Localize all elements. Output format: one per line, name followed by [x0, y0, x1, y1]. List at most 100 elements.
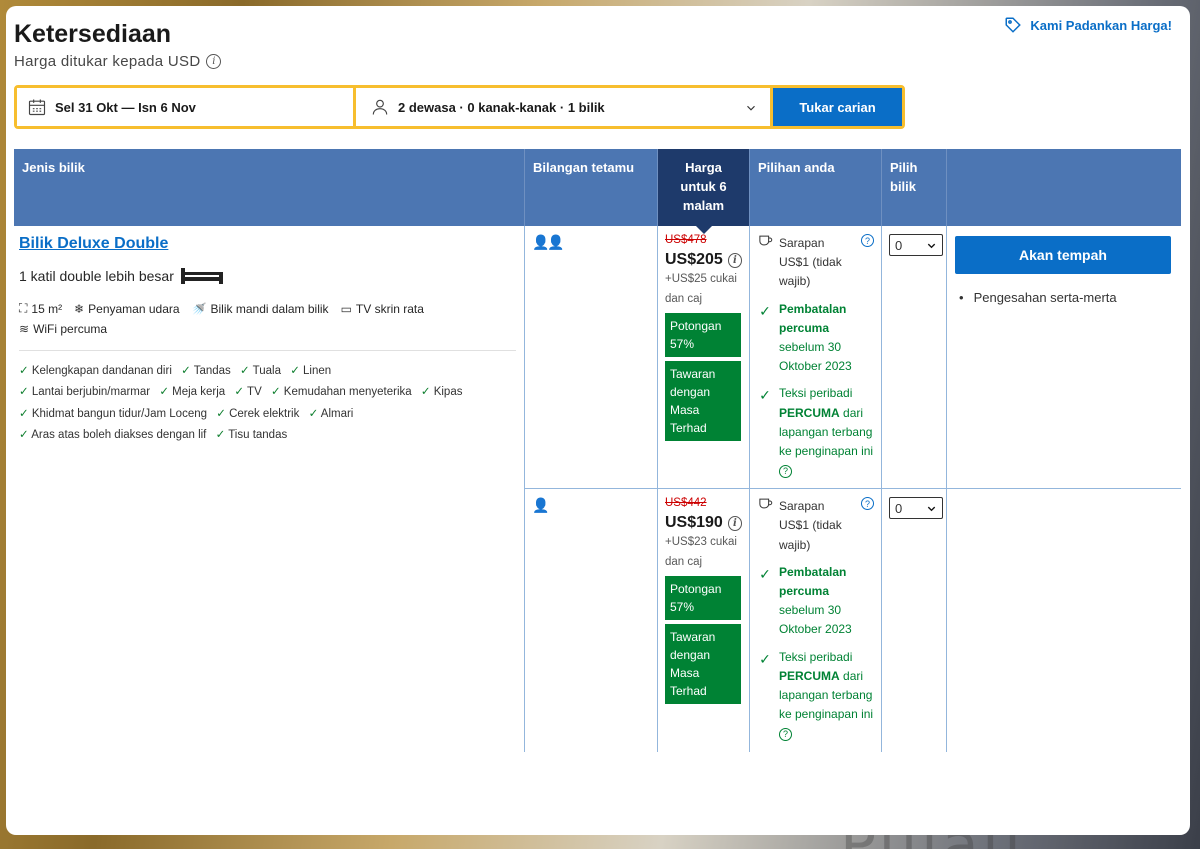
discount-badge: Potongan 57%	[665, 576, 741, 621]
snowflake-icon: ❄	[74, 301, 85, 316]
amenity-item: Tandas	[181, 361, 231, 382]
wifi-icon: ≋	[19, 322, 30, 336]
free-cancellation: ✓ Pembatalan percuma sebelum 30 Oktober 2…	[757, 300, 874, 377]
guest-count: 👤👤	[525, 226, 658, 489]
currency-note: Harga ditukar kepada USD i	[14, 53, 222, 70]
room-info: Bilik Deluxe Double 1 katil double lebih…	[14, 226, 525, 752]
coffee-cup-icon	[757, 234, 773, 292]
deal-badge: Tawaran dengan Masa Terhad	[665, 361, 741, 442]
one-person-icon: 👤	[532, 497, 549, 514]
choices-cell: ? Sarapan US$1 (tidak wajib) ✓ Pembatala…	[750, 489, 882, 752]
facility-item: ❄ Penyaman udara	[74, 301, 180, 316]
check-icon: ✓	[759, 565, 771, 582]
amenity-item: Tisu tandas	[216, 425, 287, 446]
amenity-item: TV	[234, 382, 262, 403]
double-bed-icon	[180, 268, 223, 284]
search-bar: Sel 31 Okt — Isn 6 Nov 2 dewasa · 0 kana…	[14, 85, 905, 129]
room-quantity-select[interactable]: 0	[889, 234, 943, 256]
help-icon[interactable]: ?	[779, 464, 792, 478]
amenity-item: Kelengkapan dandanan diri	[19, 361, 172, 382]
tag-icon	[1005, 17, 1022, 33]
choices-cell: ? Sarapan US$1 (tidak wajib) ✓ Pembatala…	[750, 226, 882, 489]
calendar-icon	[28, 99, 46, 116]
current-price: US$190 i	[665, 514, 742, 532]
header-select-room: Pilih bilik	[882, 149, 947, 226]
amenity-item: Kemudahan menyeterika	[271, 382, 412, 403]
divider	[19, 350, 516, 351]
chevron-down-icon	[747, 105, 755, 111]
two-persons-icon: 👤👤	[532, 234, 565, 250]
facility-item: 🚿 Bilik mandi dalam bilik	[191, 301, 329, 316]
amenity-item: Linen	[290, 361, 331, 382]
reserve-button[interactable]: Akan tempah	[955, 236, 1171, 274]
page-title: Ketersediaan	[14, 20, 172, 48]
table-body: Bilik Deluxe Double 1 katil double lebih…	[14, 226, 1181, 752]
guest-count: 👤	[525, 489, 658, 752]
amenity-item: Kipas	[421, 382, 463, 403]
amenity-item: Aras atas boleh diakses dengan lif	[19, 425, 206, 446]
amenity-item: Lantai berjubin/marmar	[19, 382, 150, 403]
facility-list: ⛶ 15 m² ❄ Penyaman udara 🚿 Bilik mandi dala…	[19, 301, 519, 336]
amenity-item: Meja kerja	[159, 382, 225, 403]
select-cell: 0	[882, 489, 947, 752]
price-cell: US$442 US$190 i +US$23 cukai dan caj Poto…	[658, 489, 750, 752]
info-icon[interactable]: i	[206, 54, 222, 69]
room-options: 👤👤 US$478 US$205 i +US$25 cukai dan caj P…	[525, 226, 1181, 752]
coffee-cup-icon	[757, 497, 773, 555]
amenity-item: Almari	[309, 404, 354, 425]
free-cancellation: ✓ Pembatalan percuma sebelum 30 Oktober 2…	[757, 563, 874, 640]
room-size-icon: ⛶	[19, 301, 28, 315]
bed-info: 1 katil double lebih besar	[19, 267, 519, 285]
chevron-down-icon	[927, 243, 936, 248]
original-price: US$442	[665, 497, 707, 510]
check-icon: ✓	[759, 302, 771, 319]
amenity-item: Khidmat bangun tidur/Jam Loceng	[19, 404, 207, 425]
current-price: US$205 i	[665, 251, 742, 269]
price-match-link[interactable]: Kami Padankan Harga!	[1004, 16, 1172, 34]
info-icon[interactable]: i	[727, 515, 742, 531]
free-taxi: ✓ Teksi peribadi PERCUMA dari lapangan t…	[757, 384, 874, 480]
discount-badge: Potongan 57%	[665, 313, 741, 358]
select-cell: 0	[882, 226, 947, 489]
deal-badge: Tawaran dengan Masa Terhad	[665, 624, 741, 705]
breakfast-option: Sarapan US$1 (tidak wajib)	[757, 234, 874, 292]
instant-confirmation: • Pengesahan serta-merta	[959, 290, 1117, 305]
price-cell: US$478 US$205 i +US$25 cukai dan caj Poto…	[658, 226, 750, 489]
change-search-button[interactable]: Tukar carian	[773, 88, 902, 126]
room-name-link[interactable]: Bilik Deluxe Double	[19, 235, 519, 253]
header-room-type: Jenis bilik	[14, 149, 525, 226]
guests-picker[interactable]: 2 dewasa · 0 kanak-kanak · 1 bilik	[356, 88, 770, 126]
tax-note: +US$25 cukai dan caj	[665, 273, 737, 305]
breakfast-option: Sarapan US$1 (tidak wajib)	[757, 497, 874, 555]
date-picker[interactable]: Sel 31 Okt — Isn 6 Nov	[17, 88, 353, 126]
check-icon: ✓	[759, 387, 771, 404]
facility-item: ▭ TV skrin rata	[340, 301, 424, 316]
free-taxi: ✓ Teksi peribadi PERCUMA dari lapangan t…	[757, 648, 874, 744]
help-icon[interactable]: ?	[861, 234, 874, 247]
facility-item: ⛶ 15 m²	[19, 301, 63, 316]
room-quantity-select[interactable]: 0	[889, 497, 943, 520]
reserve-cell: Akan tempah • Pengesahan serta-merta	[947, 226, 1181, 488]
amenity-item: Tuala	[240, 361, 281, 382]
table-header: Jenis bilik Bilangan tetamu Harga untuk …	[14, 149, 1181, 226]
person-icon	[372, 99, 388, 115]
availability-table: Jenis bilik Bilangan tetamu Harga untuk …	[14, 149, 1181, 752]
original-price: US$478	[665, 234, 707, 246]
table-row: 👤👤 US$478 US$205 i +US$25 cukai dan caj P…	[525, 226, 1181, 490]
header-price[interactable]: Harga untuk 6 malam	[658, 149, 750, 226]
header-choices: Pilihan anda	[750, 149, 882, 226]
amenity-list: Kelengkapan dandanan diri Tandas Tuala L…	[19, 361, 519, 446]
help-icon[interactable]: ?	[779, 728, 792, 741]
info-icon[interactable]: i	[727, 252, 742, 268]
table-row: 👤 US$442 US$190 i +US$23 cukai dan caj Po…	[525, 489, 1181, 752]
tax-note: +US$23 cukai dan caj	[665, 536, 737, 568]
reserve-cell	[947, 489, 1181, 751]
availability-panel: Ketersediaan Harga ditukar kepada USD i …	[6, 6, 1190, 835]
header-reserve	[947, 149, 1181, 226]
tv-icon: ▭	[340, 301, 352, 316]
check-icon: ✓	[759, 650, 771, 667]
chevron-down-icon	[927, 506, 936, 512]
header-guests: Bilangan tetamu	[525, 149, 658, 226]
facility-item: ≋ WiFi percuma	[19, 322, 108, 336]
amenity-item: Cerek elektrik	[216, 404, 299, 425]
